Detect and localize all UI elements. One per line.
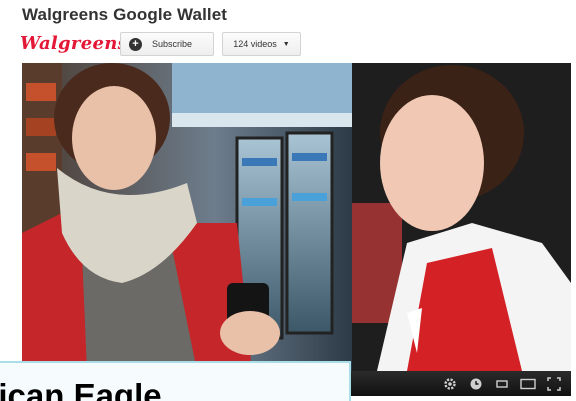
subscribe-button[interactable]: + Subscribe [120,32,214,56]
overlay-caption-text: American Eagle [0,377,162,401]
video-player[interactable] [22,63,571,371]
videos-count-label: 124 videos [233,39,277,49]
channel-logo[interactable]: Walgreens [20,33,128,54]
clock-icon[interactable] [467,375,485,393]
subscribe-label: Subscribe [152,39,193,49]
chevron-down-icon: ▼ [282,40,290,48]
caption-overlay: American Eagle [0,361,351,401]
gear-icon[interactable] [441,375,459,393]
plus-icon: + [129,37,142,51]
fullscreen-icon[interactable] [545,375,563,393]
page-title: Walgreens Google Wallet [22,5,228,24]
video-frame-image [22,63,571,371]
large-player-icon[interactable] [519,375,537,393]
videos-dropdown-button[interactable]: 124 videos ▼ [222,32,301,56]
small-player-icon[interactable] [493,375,511,393]
